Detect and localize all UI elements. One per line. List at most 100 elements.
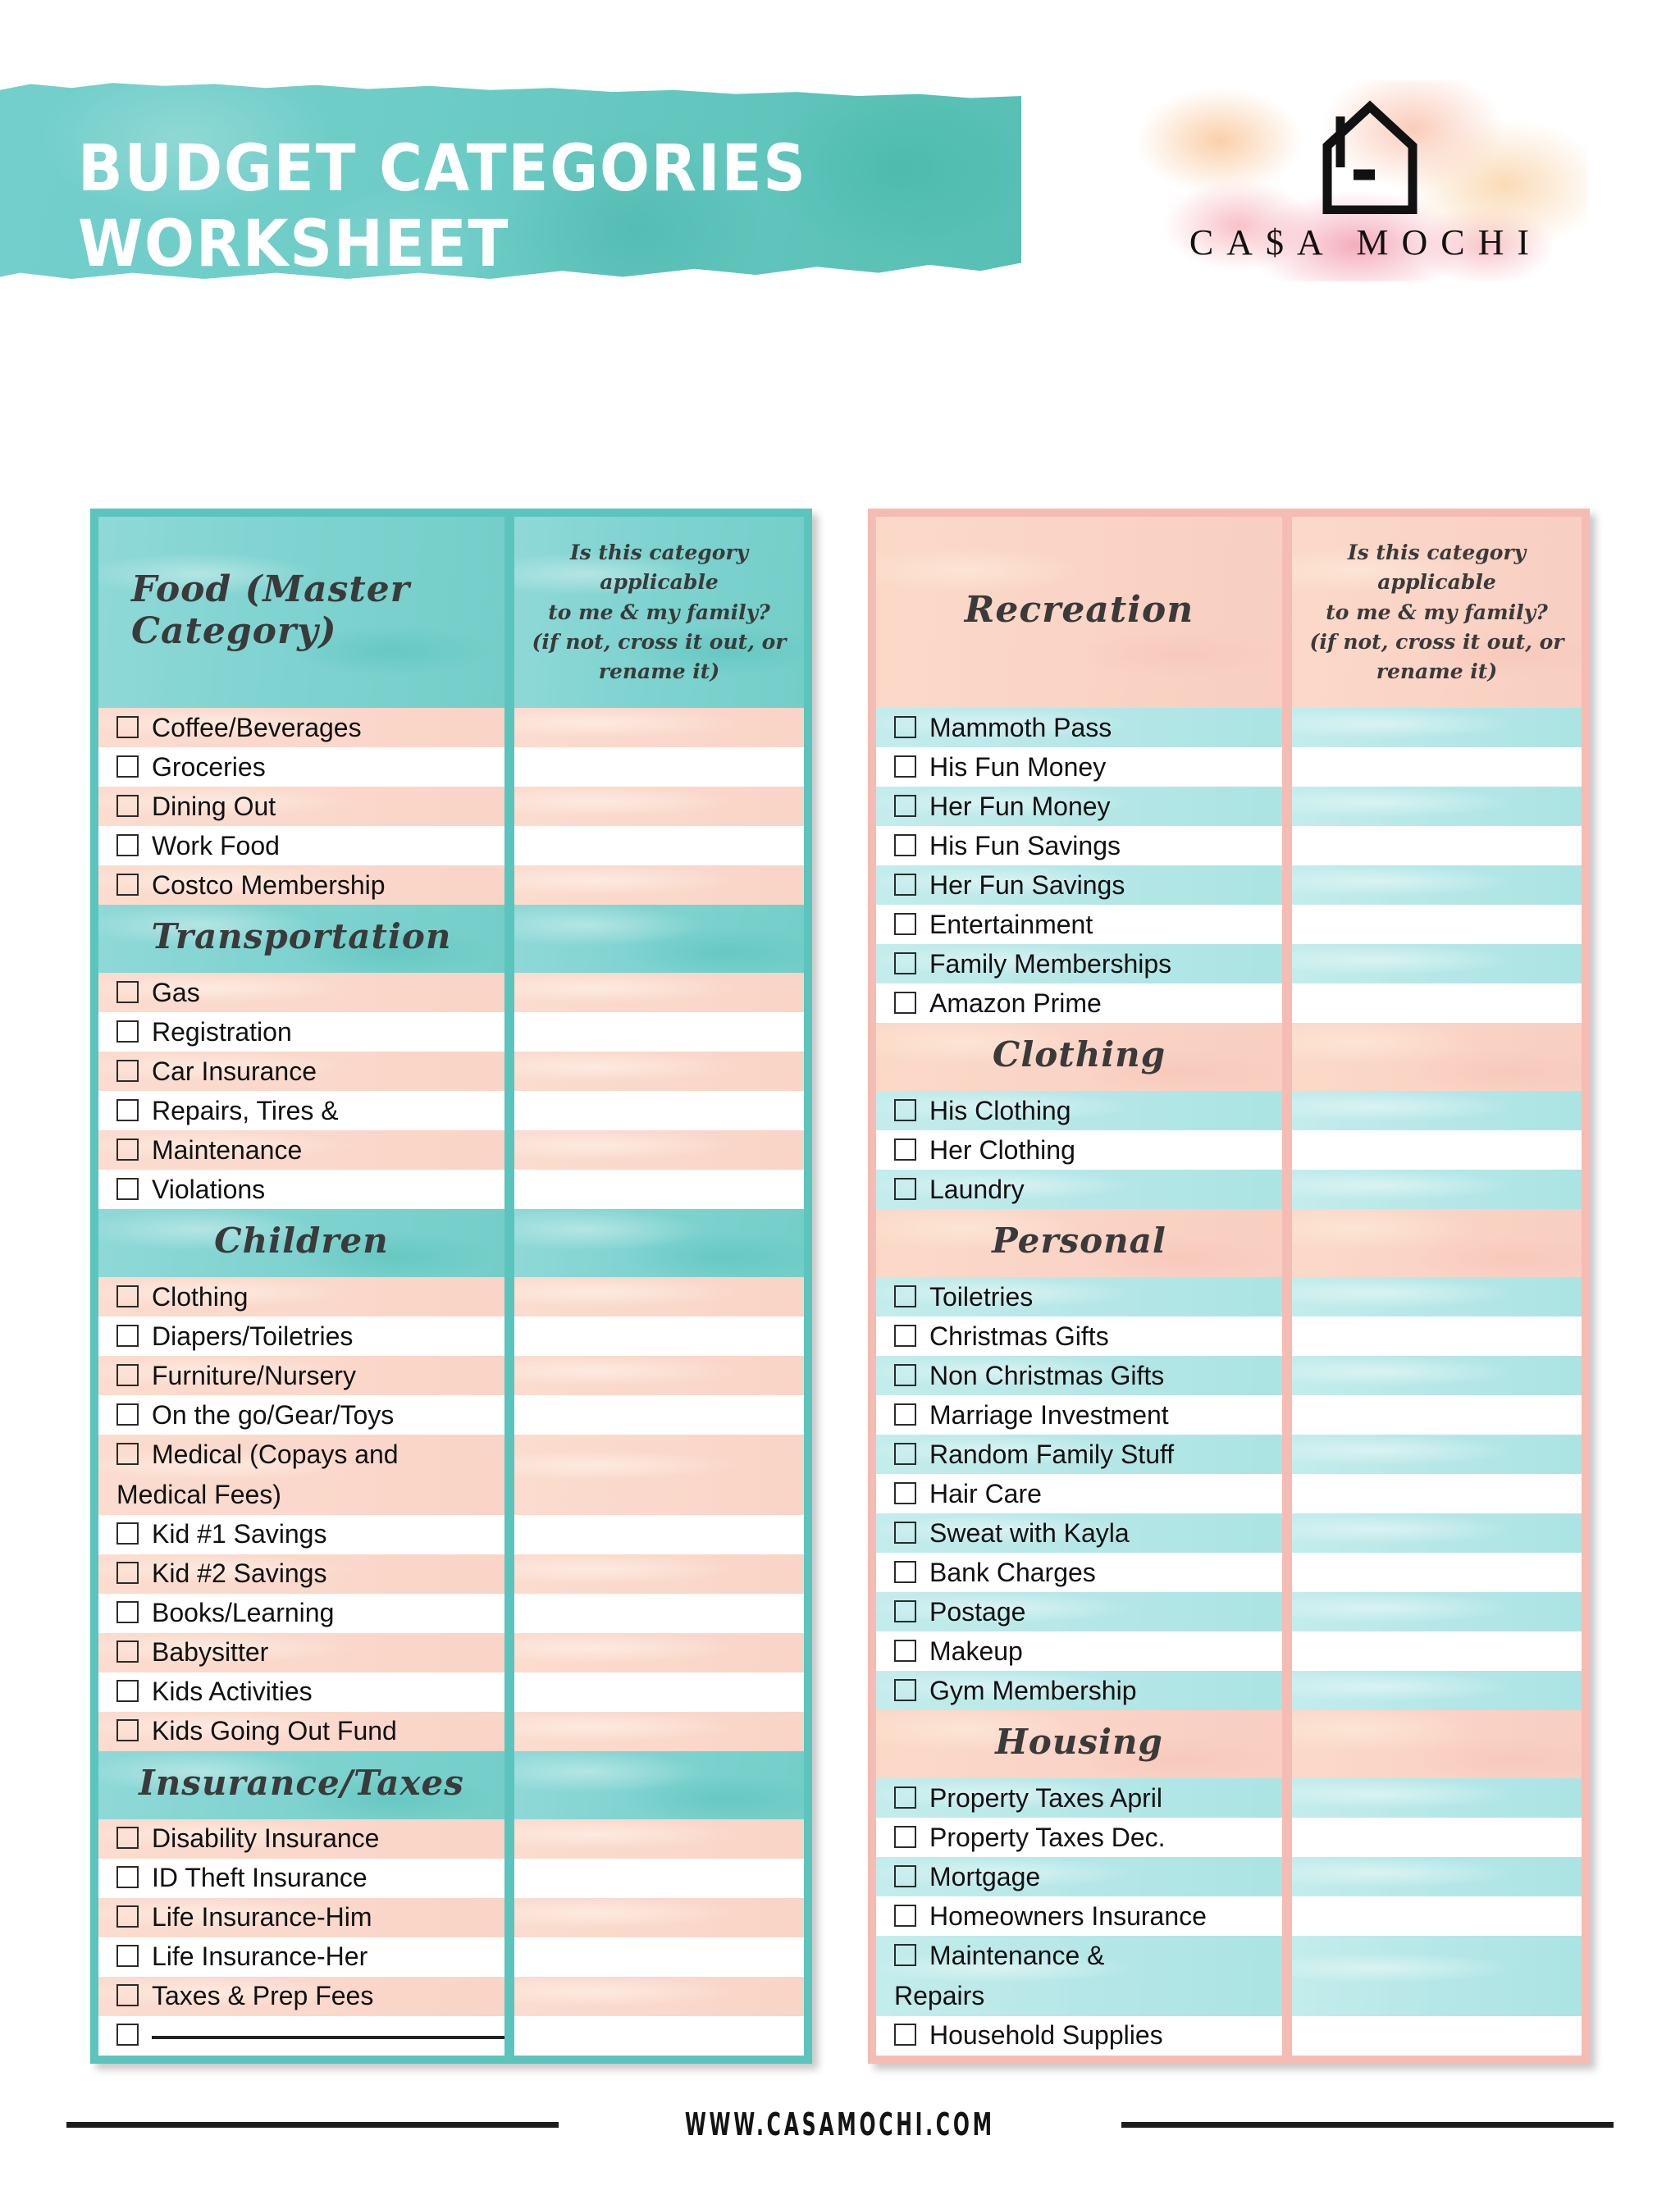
checkbox-row-label[interactable]: Medical (Copays and Medical Fees)	[94, 1435, 504, 1515]
answer-cell[interactable]	[514, 1818, 808, 1859]
answer-cell[interactable]	[1292, 1778, 1586, 1818]
checkbox-icon[interactable]	[116, 1443, 139, 1466]
table-row[interactable]: Mortgage	[872, 1857, 1586, 1897]
write-in-row[interactable]	[94, 2015, 504, 2060]
answer-cell[interactable]	[1292, 1474, 1586, 1514]
checkbox-row-label[interactable]: Kid #1 Savings	[94, 1514, 504, 1554]
checkbox-row-label[interactable]: Diapers/Toiletries	[94, 1316, 504, 1357]
answer-cell[interactable]	[514, 1937, 808, 1977]
checkbox-icon[interactable]	[894, 1442, 916, 1465]
checkbox-row-label[interactable]: Coffee/Beverages	[94, 708, 504, 748]
checkbox-icon[interactable]	[894, 1403, 916, 1426]
checkbox-row-label[interactable]: Property Taxes Dec.	[872, 1818, 1282, 1858]
checkbox-row-label[interactable]: Clothing	[94, 1277, 504, 1317]
checkbox-row-label[interactable]: Groceries	[94, 747, 504, 787]
table-row[interactable]: Christmas Gifts	[872, 1316, 1586, 1357]
checkbox-row-label[interactable]: Homeowners Insurance	[872, 1896, 1282, 1937]
checkbox-row-label[interactable]: His Fun Savings	[872, 826, 1282, 866]
table-row[interactable]: Kids Going Out Fund	[94, 1711, 808, 1751]
table-row[interactable]: Furniture/Nursery	[94, 1356, 808, 1396]
table-row[interactable]: On the go/Gear/Toys	[94, 1395, 808, 1435]
answer-cell[interactable]	[514, 708, 808, 748]
checkbox-row-label[interactable]: Amazon Prime	[872, 983, 1282, 1024]
checkbox-row-label[interactable]: Furniture/Nursery	[94, 1356, 504, 1396]
answer-cell[interactable]	[514, 1593, 808, 1633]
checkbox-row-label[interactable]: Kids Going Out Fund	[94, 1711, 504, 1751]
table-row[interactable]: Violations	[94, 1170, 808, 1210]
table-row[interactable]: Gas	[94, 973, 808, 1013]
checkbox-icon[interactable]	[894, 1639, 916, 1662]
checkbox-icon[interactable]	[116, 1020, 139, 1043]
table-row[interactable]: Her Clothing	[872, 1130, 1586, 1170]
checkbox-icon[interactable]	[116, 1098, 139, 1121]
checkbox-icon[interactable]	[116, 1403, 139, 1426]
checkbox-row-label[interactable]: Dining Out	[94, 787, 504, 827]
checkbox-icon[interactable]	[116, 2024, 139, 2046]
answer-cell[interactable]	[1292, 1553, 1586, 1593]
table-row[interactable]: Books/Learning	[94, 1593, 808, 1633]
table-row[interactable]: Costco Membership	[94, 865, 808, 906]
checkbox-icon[interactable]	[894, 715, 916, 738]
checkbox-icon[interactable]	[116, 1324, 139, 1347]
checkbox-icon[interactable]	[116, 1866, 139, 1888]
checkbox-row-label[interactable]: Toiletries	[872, 1277, 1282, 1317]
checkbox-row-label[interactable]: Costco Membership	[94, 865, 504, 906]
checkbox-icon[interactable]	[894, 1864, 916, 1887]
answer-cell[interactable]	[514, 1711, 808, 1751]
checkbox-icon[interactable]	[116, 794, 139, 817]
table-row[interactable]: Repairs, Tires &	[94, 1091, 808, 1131]
checkbox-icon[interactable]	[116, 1363, 139, 1386]
checkbox-row-label[interactable]: Her Fun Money	[872, 787, 1282, 827]
table-row[interactable]: Life Insurance-Him	[94, 1897, 808, 1937]
checkbox-icon[interactable]	[894, 1363, 916, 1386]
table-row[interactable]: Postage	[872, 1592, 1586, 1632]
table-row[interactable]	[94, 2015, 808, 2060]
checkbox-row-label[interactable]: Her Clothing	[872, 1130, 1282, 1170]
table-row[interactable]: Car Insurance	[94, 1052, 808, 1092]
checkbox-icon[interactable]	[116, 1138, 139, 1161]
checkbox-icon[interactable]	[116, 1827, 139, 1849]
checkbox-icon[interactable]	[894, 2024, 916, 2046]
answer-cell[interactable]	[1292, 747, 1586, 787]
checkbox-row-label[interactable]: Work Food	[94, 826, 504, 866]
checkbox-icon[interactable]	[116, 1601, 139, 1623]
checkbox-row-label[interactable]: Random Family Stuff	[872, 1435, 1282, 1475]
checkbox-icon[interactable]	[894, 1521, 916, 1544]
checkbox-row-label[interactable]: Mortgage	[872, 1857, 1282, 1897]
answer-cell[interactable]	[514, 1395, 808, 1435]
answer-cell[interactable]	[1292, 1316, 1586, 1357]
table-row[interactable]: Work Food	[94, 826, 808, 866]
answer-cell[interactable]	[514, 973, 808, 1013]
answer-cell[interactable]	[1292, 1277, 1586, 1317]
answer-cell[interactable]	[514, 787, 808, 827]
table-row[interactable]: Mammoth Pass	[872, 708, 1586, 748]
answer-cell[interactable]	[514, 826, 808, 866]
checkbox-row-label[interactable]: ID Theft Insurance	[94, 1858, 504, 1898]
table-row[interactable]: Maintenance & Repairs	[872, 1936, 1586, 2016]
answer-cell[interactable]	[514, 1435, 808, 1515]
answer-cell[interactable]	[514, 1672, 808, 1712]
checkbox-icon[interactable]	[116, 1562, 139, 1584]
checkbox-icon[interactable]	[894, 1481, 916, 1504]
checkbox-icon[interactable]	[116, 1984, 139, 2006]
checkbox-icon[interactable]	[116, 1285, 139, 1307]
checkbox-row-label[interactable]: Sweat with Kayla	[872, 1513, 1282, 1554]
table-row[interactable]: Marriage Investment	[872, 1395, 1586, 1435]
checkbox-icon[interactable]	[894, 873, 916, 896]
checkbox-icon[interactable]	[116, 1522, 139, 1545]
checkbox-row-label[interactable]: Babysitter	[94, 1632, 504, 1672]
answer-cell[interactable]	[514, 865, 808, 906]
answer-cell[interactable]	[514, 1316, 808, 1357]
checkbox-row-label[interactable]: Life Insurance-Her	[94, 1937, 504, 1977]
checkbox-icon[interactable]	[894, 1324, 916, 1347]
answer-cell[interactable]	[1292, 1671, 1586, 1711]
table-row[interactable]: Toiletries	[872, 1277, 1586, 1317]
checkbox-row-label[interactable]: Kids Activities	[94, 1672, 504, 1712]
table-row[interactable]: His Fun Savings	[872, 826, 1586, 866]
answer-cell[interactable]	[1292, 1857, 1586, 1897]
answer-cell[interactable]	[1292, 1091, 1586, 1131]
checkbox-row-label[interactable]: Hair Care	[872, 1474, 1282, 1514]
checkbox-row-label[interactable]: His Fun Money	[872, 747, 1282, 787]
table-row[interactable]: Medical (Copays and Medical Fees)	[94, 1435, 808, 1515]
answer-cell[interactable]	[514, 1091, 808, 1131]
